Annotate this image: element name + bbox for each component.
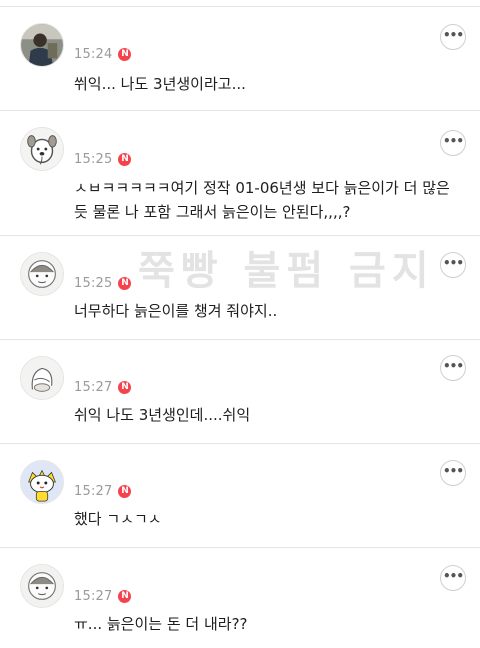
comment-text: ㅠ... 늙은이는 돈 더 내라?? xyxy=(74,615,248,633)
yellow-character-avatar[interactable] xyxy=(20,460,64,504)
new-badge: N xyxy=(118,485,132,498)
comment-time: 15:27 xyxy=(74,484,113,499)
more-dots-icon: ••• xyxy=(442,28,464,42)
new-badge: N xyxy=(118,590,132,603)
comment-time: 15:27 xyxy=(74,380,113,395)
more-options-button[interactable]: ••• xyxy=(440,565,466,591)
more-options-button[interactable]: ••• xyxy=(440,24,466,50)
more-dots-icon: ••• xyxy=(442,359,464,373)
sketch-avatar[interactable] xyxy=(20,356,64,400)
comment-item: 15:27 N 했다 ㄱㅅㄱㅅ ••• xyxy=(0,444,480,548)
more-options-button[interactable]: ••• xyxy=(440,460,466,486)
comment-time: 15:24 xyxy=(74,47,113,62)
comment-item: 15:27 N 쉬익 나도 3년생인데....쉬익 ••• xyxy=(0,340,480,444)
more-dots-icon: ••• xyxy=(442,256,464,270)
comment-text: 쉬익 나도 3년생인데....쉬익 xyxy=(74,406,251,424)
comment-text: 너무하다 늙은이를 챙겨 줘야지.. xyxy=(74,302,278,320)
comment-item: 15:25 N ㅅㅂㅋㅋㅋㅋㅋ여기 정작 01-06년생 보다 늙은이가 더 많… xyxy=(0,111,480,236)
more-dots-icon: ••• xyxy=(442,569,464,583)
more-dots-icon: ••• xyxy=(442,134,464,148)
dog-avatar[interactable] xyxy=(20,127,64,171)
comment-time: 15:25 xyxy=(74,152,113,167)
more-dots-icon: ••• xyxy=(442,464,464,478)
face-avatar[interactable] xyxy=(20,252,64,296)
more-options-button[interactable]: ••• xyxy=(440,130,466,156)
comment-time: 15:25 xyxy=(74,276,113,291)
more-options-button[interactable]: ••• xyxy=(440,252,466,278)
comment-text: 쒸익... 나도 3년생이라고... xyxy=(74,75,246,93)
face-avatar[interactable] xyxy=(20,564,64,608)
photo-avatar[interactable] xyxy=(20,23,64,67)
new-badge: N xyxy=(118,153,132,166)
comment-time: 15:27 xyxy=(74,589,113,604)
new-badge: N xyxy=(118,277,132,290)
new-badge: N xyxy=(118,381,132,394)
more-options-button[interactable]: ••• xyxy=(440,355,466,381)
new-badge: N xyxy=(118,48,132,61)
comment-item: 15:24 N 쒸익... 나도 3년생이라고... ••• xyxy=(0,7,480,111)
comment-item: 15:27 N ㅠ... 늙은이는 돈 더 내라?? ••• xyxy=(0,548,480,648)
comment-text: 했다 ㄱㅅㄱㅅ xyxy=(74,510,162,528)
comment-text: ㅅㅂㅋㅋㅋㅋㅋ여기 정작 01-06년생 보다 늙은이가 더 많은 듯 물론 나… xyxy=(74,179,450,221)
comment-item: 15:25 N 너무하다 늙은이를 챙겨 줘야지.. ••• xyxy=(0,236,480,340)
